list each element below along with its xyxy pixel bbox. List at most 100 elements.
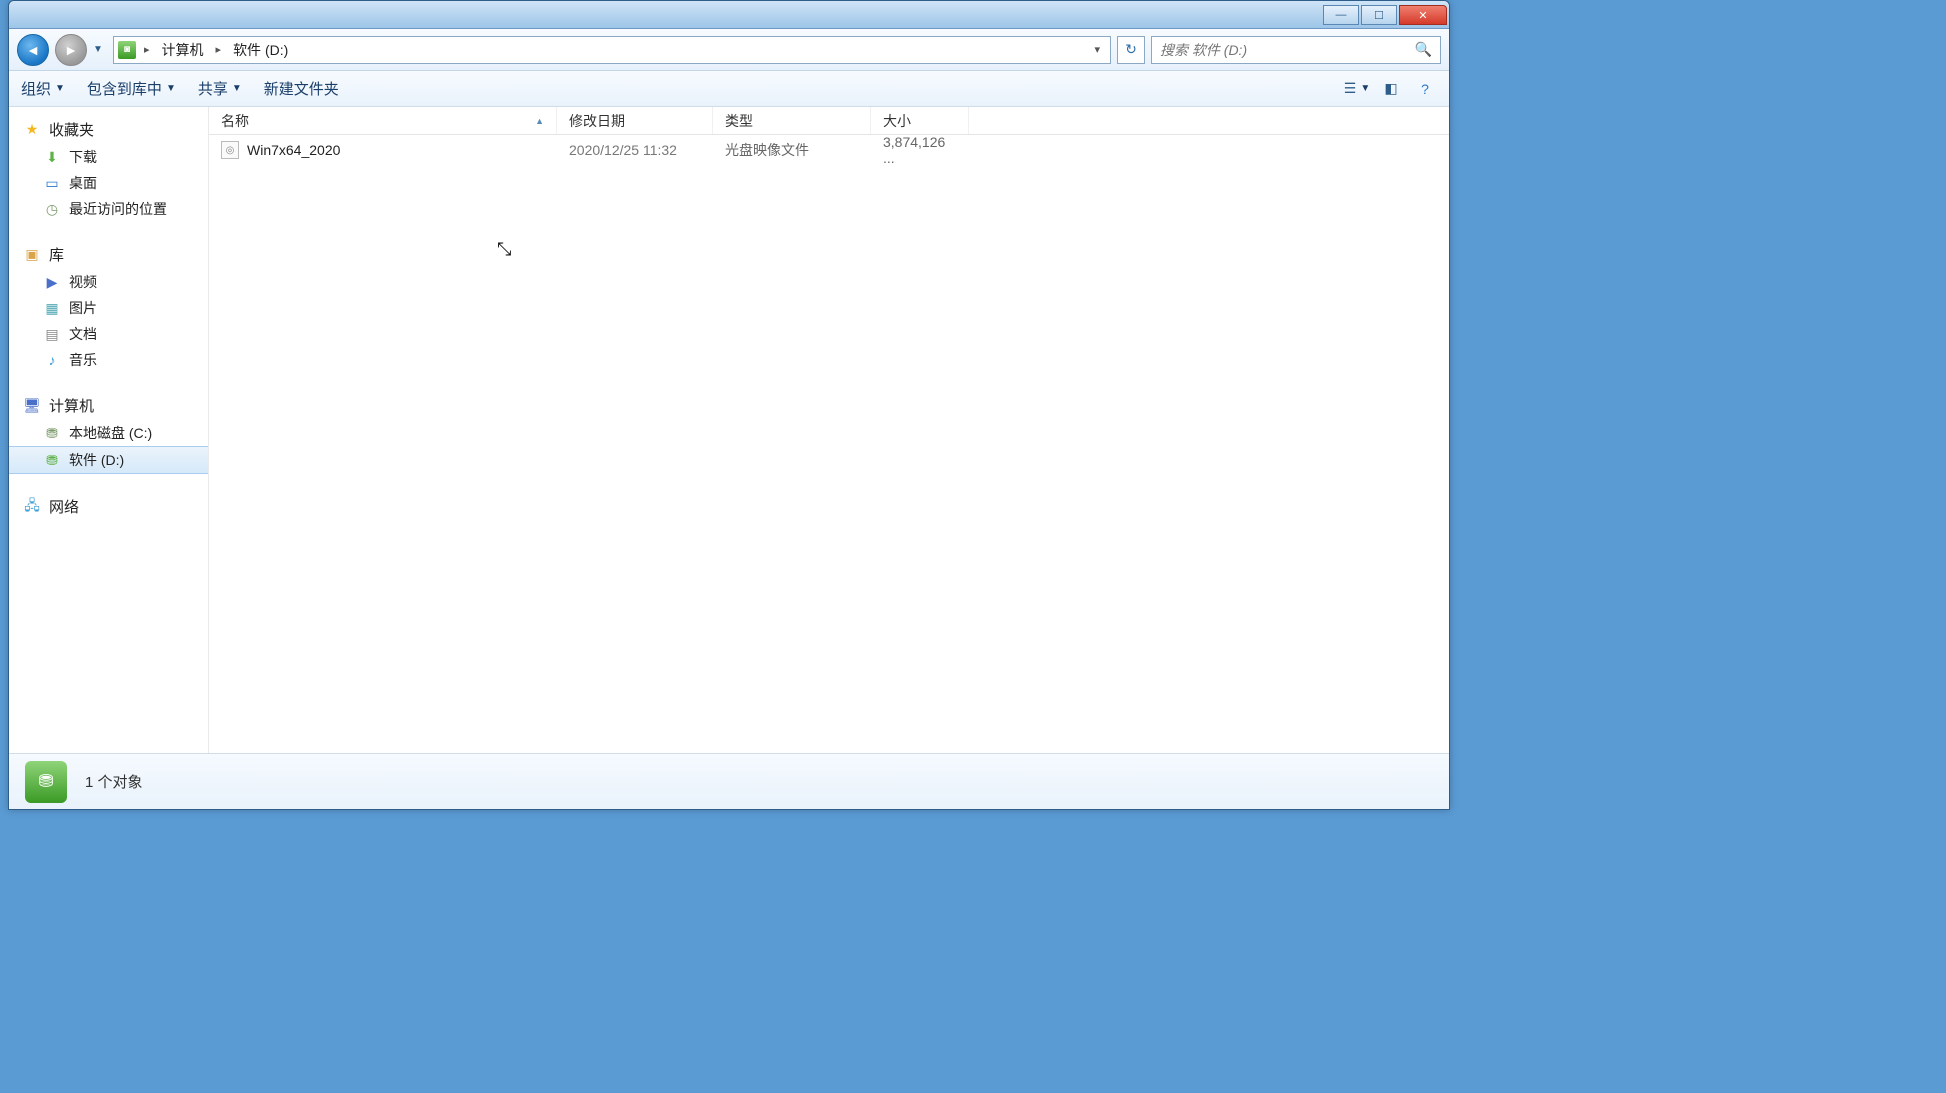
search-box[interactable]: 🔍 — [1151, 36, 1441, 64]
sidebar-item-label: 音乐 — [69, 350, 97, 370]
sort-ascending-icon: ▲ — [535, 116, 544, 126]
organize-label: 组织 — [21, 78, 51, 99]
breadcrumb-sep: ▸ — [212, 43, 226, 56]
body: ★ 收藏夹 ⬇ 下载 ▭ 桌面 ◷ 最近访问的位置 ▣ 库 ▶ 视频 — [9, 107, 1449, 753]
drive-large-icon: ⛃ — [25, 761, 67, 803]
search-input[interactable] — [1160, 42, 1415, 58]
sidebar-item-label: 图片 — [69, 298, 97, 318]
drive-icon: ◙ — [118, 41, 136, 59]
column-label: 修改日期 — [569, 111, 625, 131]
column-label: 类型 — [725, 111, 753, 131]
sidebar-libraries-label: 库 — [49, 244, 64, 265]
status-bar: ⛃ 1 个对象 — [9, 753, 1449, 809]
chevron-down-icon: ▼ — [232, 83, 242, 94]
file-type: 光盘映像文件 — [713, 140, 871, 160]
column-headers: 名称 ▲ 修改日期 类型 大小 — [209, 107, 1449, 135]
close-button[interactable]: ✕ — [1399, 5, 1447, 25]
sidebar-item-videos[interactable]: ▶ 视频 — [9, 269, 208, 295]
nav-history-dropdown[interactable]: ▼ — [93, 34, 107, 66]
new-folder-button[interactable]: 新建文件夹 — [264, 78, 339, 99]
file-name: Win7x64_2020 — [247, 142, 340, 158]
preview-pane-button[interactable]: ◧ — [1379, 78, 1403, 100]
sidebar-item-pictures[interactable]: ▦ 图片 — [9, 295, 208, 321]
sidebar-item-drive-c[interactable]: ⛃ 本地磁盘 (C:) — [9, 420, 208, 446]
picture-icon: ▦ — [43, 299, 61, 317]
file-list-pane: 名称 ▲ 修改日期 类型 大小 ◎ Win7x64_2020 — [209, 107, 1449, 753]
explorer-window: — ☐ ✕ ◄ ► ▼ ◙ ▸ 计算机 ▸ 软件 (D:) ▾ ↻ 🔍 组织 — [8, 0, 1450, 810]
sidebar-item-desktop[interactable]: ▭ 桌面 — [9, 170, 208, 196]
drive-icon: ⛃ — [43, 424, 61, 442]
sidebar-computer-header[interactable]: 🖥 计算机 — [9, 391, 208, 420]
sidebar-item-downloads[interactable]: ⬇ 下载 — [9, 144, 208, 170]
titlebar: — ☐ ✕ — [9, 1, 1449, 29]
status-text: 1 个对象 — [85, 771, 143, 792]
organize-menu[interactable]: 组织 ▼ — [21, 78, 65, 99]
search-icon: 🔍 — [1415, 41, 1432, 58]
breadcrumb-drive-d[interactable]: 软件 (D:) — [229, 38, 292, 62]
column-header-name[interactable]: 名称 ▲ — [209, 107, 557, 134]
refresh-button[interactable]: ↻ — [1117, 36, 1145, 64]
help-button[interactable]: ? — [1413, 78, 1437, 100]
nav-pane: ★ 收藏夹 ⬇ 下载 ▭ 桌面 ◷ 最近访问的位置 ▣ 库 ▶ 视频 — [9, 107, 209, 753]
recent-icon: ◷ — [43, 200, 61, 218]
include-in-library-menu[interactable]: 包含到库中 ▼ — [87, 78, 176, 99]
column-label: 名称 — [221, 111, 249, 131]
toolbar: 组织 ▼ 包含到库中 ▼ 共享 ▼ 新建文件夹 ☰ ▼ ◧ ? — [9, 71, 1449, 107]
sidebar-item-label: 本地磁盘 (C:) — [69, 423, 152, 443]
column-header-date[interactable]: 修改日期 — [557, 107, 713, 134]
arrow-right-icon: ► — [64, 42, 78, 58]
sidebar-item-label: 视频 — [69, 272, 97, 292]
column-header-size[interactable]: 大小 — [871, 107, 969, 134]
sidebar-libraries-header[interactable]: ▣ 库 — [9, 240, 208, 269]
download-icon: ⬇ — [43, 148, 61, 166]
sidebar-item-drive-d[interactable]: ⛃ 软件 (D:) — [9, 446, 208, 474]
network-icon: 🖧 — [23, 498, 41, 516]
file-date: 2020/12/25 11:32 — [557, 142, 713, 158]
preview-pane-icon: ◧ — [1384, 80, 1397, 97]
library-icon: ▣ — [23, 246, 41, 264]
address-bar: ◄ ► ▼ ◙ ▸ 计算机 ▸ 软件 (D:) ▾ ↻ 🔍 — [9, 29, 1449, 71]
address-box[interactable]: ◙ ▸ 计算机 ▸ 软件 (D:) ▾ — [113, 36, 1111, 64]
sidebar-item-documents[interactable]: ▤ 文档 — [9, 321, 208, 347]
address-dropdown-icon[interactable]: ▾ — [1088, 43, 1106, 56]
sidebar-item-label: 文档 — [69, 324, 97, 344]
music-icon: ♪ — [43, 351, 61, 369]
arrow-left-icon: ◄ — [26, 42, 40, 58]
sidebar-item-recent[interactable]: ◷ 最近访问的位置 — [9, 196, 208, 222]
breadcrumb-sep: ▸ — [140, 43, 154, 56]
sidebar-item-label: 下载 — [69, 147, 97, 167]
computer-icon: 🖥 — [23, 397, 41, 415]
chevron-down-icon: ▼ — [55, 83, 65, 94]
file-row[interactable]: ◎ Win7x64_2020 2020/12/25 11:32 光盘映像文件 3… — [209, 135, 1449, 165]
sidebar-item-label: 最近访问的位置 — [69, 199, 167, 219]
sidebar-network-header[interactable]: 🖧 网络 — [9, 492, 208, 521]
breadcrumb-computer[interactable]: 计算机 — [158, 38, 208, 62]
include-in-library-label: 包含到库中 — [87, 78, 162, 99]
sidebar-favorites-header[interactable]: ★ 收藏夹 — [9, 115, 208, 144]
list-view-icon: ☰ — [1344, 80, 1357, 97]
help-icon: ? — [1421, 81, 1429, 97]
view-mode-button[interactable]: ☰ ▼ — [1345, 78, 1369, 100]
sidebar-item-label: 桌面 — [69, 173, 97, 193]
forward-button[interactable]: ► — [55, 34, 87, 66]
back-button[interactable]: ◄ — [17, 34, 49, 66]
drive-icon: ⛃ — [43, 451, 61, 469]
new-folder-label: 新建文件夹 — [264, 78, 339, 99]
sidebar-item-label: 软件 (D:) — [69, 450, 124, 470]
desktop-icon: ▭ — [43, 174, 61, 192]
sidebar-item-music[interactable]: ♪ 音乐 — [9, 347, 208, 373]
share-label: 共享 — [198, 78, 228, 99]
column-label: 大小 — [883, 111, 911, 131]
sidebar-network-label: 网络 — [49, 496, 79, 517]
refresh-icon: ↻ — [1125, 41, 1137, 58]
sidebar-computer-label: 计算机 — [49, 395, 94, 416]
maximize-button[interactable]: ☐ — [1361, 5, 1397, 25]
chevron-down-icon: ▼ — [166, 83, 176, 94]
minimize-button[interactable]: — — [1323, 5, 1359, 25]
sidebar-favorites-label: 收藏夹 — [49, 119, 94, 140]
file-rows: ◎ Win7x64_2020 2020/12/25 11:32 光盘映像文件 3… — [209, 135, 1449, 753]
file-size: 3,874,126 ... — [871, 134, 969, 166]
document-icon: ▤ — [43, 325, 61, 343]
column-header-type[interactable]: 类型 — [713, 107, 871, 134]
share-menu[interactable]: 共享 ▼ — [198, 78, 242, 99]
